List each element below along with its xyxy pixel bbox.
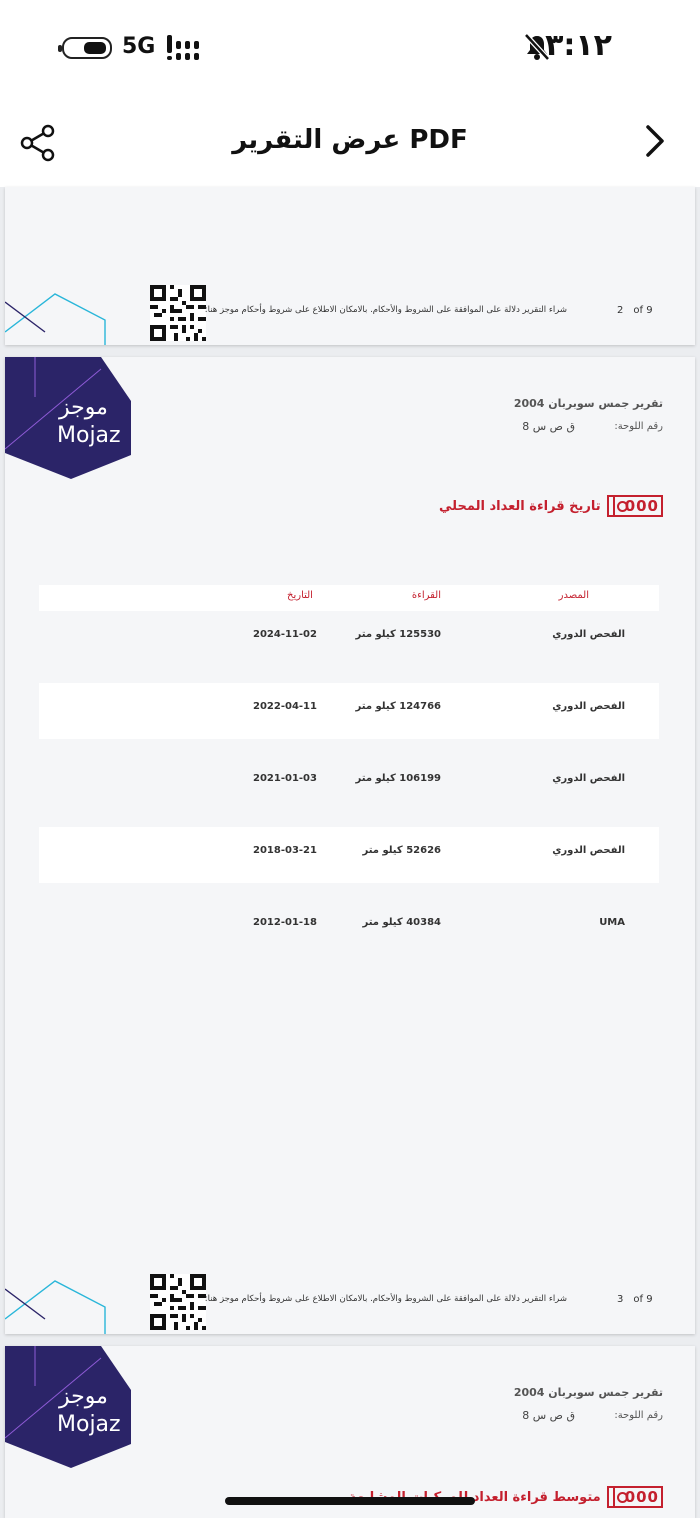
cell-date: 2018-03-21: [253, 845, 317, 856]
logo-english-text: Mojaz: [57, 423, 121, 448]
home-indicator[interactable]: [225, 1497, 475, 1505]
table-row: الفحص الدوري 125530 كيلو متر 2024-11-02: [39, 611, 659, 667]
app-header: عرض التقرير PDF: [0, 95, 700, 187]
logo-english-text: Mojaz: [57, 1412, 121, 1437]
odometer-digits: 000: [624, 1488, 659, 1506]
cell-reading: 40384 كيلو متر: [362, 917, 441, 928]
pdf-page-2: شراء التقرير دلالة على الموافقة على الشر…: [5, 187, 695, 345]
odometer-icon: 000: [606, 1486, 663, 1508]
logo-arabic-text: موجز: [59, 395, 108, 420]
mojaz-logo: موجز Mojaz: [5, 357, 131, 479]
cell-date: 2024-11-02: [253, 629, 317, 640]
cell-source: الفحص الدوري: [552, 629, 625, 640]
odometer-section-title: 000 تاريخ قراءة العداد المحلي: [439, 495, 663, 517]
cell-source: الفحص الدوري: [552, 845, 625, 856]
qr-code[interactable]: [150, 1274, 206, 1330]
cell-date: 2022-04-11: [253, 701, 317, 712]
page-current: 2: [617, 305, 624, 316]
pdf-page-4: موجز Mojaz تقرير جمس سوبربان 2004 رقم ال…: [5, 1346, 695, 1518]
battery-icon: [58, 37, 112, 59]
column-source: المصدر: [558, 590, 589, 601]
cell-date: 2021-01-03: [253, 773, 317, 784]
cell-reading: 52626 كيلو متر: [362, 845, 441, 856]
plate-value: ق ص س 8: [522, 1409, 575, 1422]
table-row: الفحص الدوري 52626 كيلو متر 2018-03-21: [39, 827, 659, 883]
chevron-right-icon[interactable]: [640, 123, 670, 159]
cell-source: الفحص الدوري: [552, 701, 625, 712]
page-total: of 9: [633, 305, 653, 316]
clock: ٣:١٢: [545, 28, 612, 63]
page-title: عرض التقرير PDF: [232, 125, 468, 155]
column-date: التاريخ: [287, 590, 313, 601]
plate-value: ق ص س 8: [522, 420, 575, 433]
table-row: الفحص الدوري 124766 كيلو متر 2022-04-11: [39, 683, 659, 739]
section-title-text: تاريخ قراءة العداد المحلي: [439, 498, 601, 514]
cell-reading: 124766 كيلو متر: [355, 701, 441, 712]
table-row: الفحص الدوري 106199 كيلو متر 2021-01-03: [39, 755, 659, 811]
plate-label: رقم اللوحة:: [614, 1410, 663, 1421]
report-title: تقرير جمس سوبربان 2004: [513, 397, 663, 410]
table-header: المصدر القراءة التاريخ: [39, 585, 659, 611]
report-title: تقرير جمس سوبربان 2004: [513, 1386, 663, 1399]
cell-source: الفحص الدوري: [552, 773, 625, 784]
status-bar: 5G ٣:١٢: [0, 0, 700, 95]
plate-label: رقم اللوحة:: [614, 421, 663, 432]
column-reading: القراءة: [411, 590, 441, 601]
odometer-table: المصدر القراءة التاريخ الفحص الدوري 1255…: [39, 585, 659, 955]
page-number: 3 of 9: [617, 1294, 653, 1305]
cell-source: UMA: [599, 917, 625, 928]
cell-date: 2012-01-18: [253, 917, 317, 928]
page-footer: شراء التقرير دلالة على الموافقة على الشر…: [5, 1274, 695, 1334]
page-current: 3: [617, 1294, 624, 1305]
page-footer: شراء التقرير دلالة على الموافقة على الشر…: [5, 285, 695, 345]
qr-code[interactable]: [150, 285, 206, 341]
odometer-icon: 000: [606, 495, 663, 517]
terms-notice: شراء التقرير دلالة على الموافقة على الشر…: [204, 1294, 567, 1304]
mojaz-logo: موجز Mojaz: [5, 1346, 131, 1468]
page-total: of 9: [633, 1294, 653, 1305]
signal-icon: [165, 35, 205, 61]
odometer-digits: 000: [624, 497, 659, 515]
cell-reading: 106199 كيلو متر: [355, 773, 441, 784]
network-type: 5G: [122, 34, 156, 59]
table-row: UMA 40384 كيلو متر 2012-01-18: [39, 899, 659, 955]
terms-notice: شراء التقرير دلالة على الموافقة على الشر…: [204, 305, 567, 315]
cell-reading: 125530 كيلو متر: [355, 629, 441, 640]
pdf-page-3: موجز Mojaz تقرير جمس سوبربان 2004 رقم ال…: [5, 357, 695, 1334]
logo-arabic-text: موجز: [59, 1384, 108, 1409]
page-number: 2 of 9: [617, 305, 653, 316]
